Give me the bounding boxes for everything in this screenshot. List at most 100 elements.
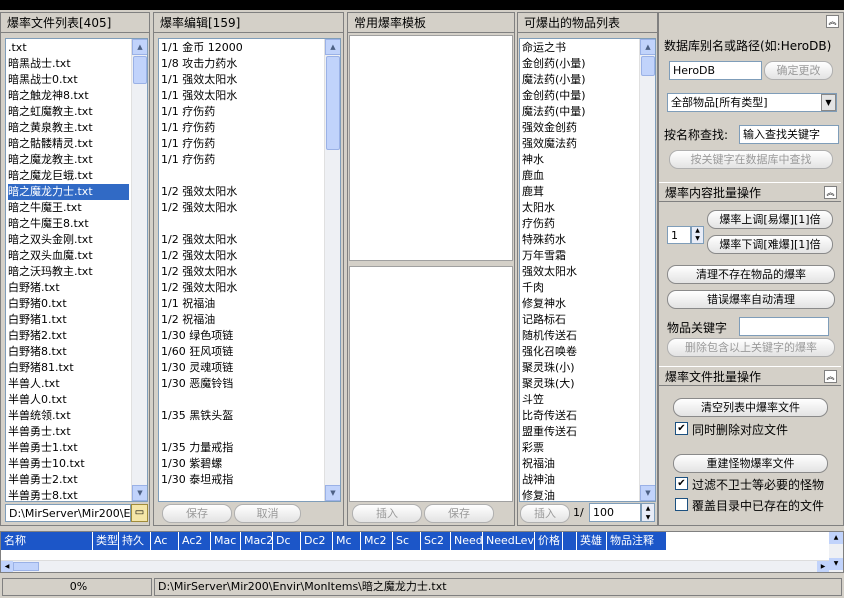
- list-item[interactable]: [161, 216, 322, 232]
- list-item[interactable]: 半兽勇士2.txt: [8, 472, 129, 488]
- grid-column-header[interactable]: 价格: [535, 532, 563, 550]
- list-item[interactable]: 白野猪0.txt: [8, 296, 129, 312]
- list-item[interactable]: 1/1 强效太阳水: [161, 72, 322, 88]
- list-item[interactable]: 暗之双头金刚.txt: [8, 232, 129, 248]
- folder-browse-icon[interactable]: ▭: [131, 504, 148, 522]
- list-item[interactable]: 强化召唤卷: [522, 344, 637, 360]
- grid-hscrollbar[interactable]: ◀ ▶: [1, 560, 829, 572]
- item-list-scrollbar[interactable]: ▲ ▼: [639, 39, 655, 501]
- file-list-scrollbar[interactable]: ▲ ▼: [131, 39, 147, 501]
- list-item[interactable]: 白野猪81.txt: [8, 360, 129, 376]
- editor-scrollbar[interactable]: ▲ ▼: [324, 39, 340, 501]
- list-item[interactable]: [161, 168, 322, 184]
- scroll-down-icon[interactable]: ▼: [325, 485, 340, 501]
- multiplier-spinner-icon[interactable]: ▲ ▼: [691, 226, 704, 244]
- list-item[interactable]: 暗之双头血魔.txt: [8, 248, 129, 264]
- list-item[interactable]: 修复神水: [522, 296, 637, 312]
- list-item[interactable]: 1/2 强效太阳水: [161, 232, 322, 248]
- item-grid[interactable]: 名称 类型 持久 Ac Ac2 Mac Mac2 Dc Dc2 Mc Mc2 Sc Sc2 Need Nee…: [0, 531, 844, 573]
- list-item[interactable]: 随机传送石: [522, 328, 637, 344]
- search-db-button[interactable]: 按关键字在数据库中查找: [669, 150, 833, 169]
- grid-column-header[interactable]: Ac2: [179, 532, 211, 550]
- list-item[interactable]: 暗之沃玛教主.txt: [8, 264, 129, 280]
- collapse-up-icon[interactable]: ︽: [826, 15, 839, 28]
- list-item[interactable]: 魔法药(小量): [522, 72, 637, 88]
- clean-missing-button[interactable]: 清理不存在物品的爆率: [667, 265, 835, 284]
- grid-column-header[interactable]: 类型: [93, 532, 119, 550]
- grid-column-header[interactable]: Sc2: [421, 532, 451, 550]
- list-item[interactable]: 修复油: [522, 488, 637, 501]
- list-item[interactable]: 半兽勇士10.txt: [8, 456, 129, 472]
- list-item[interactable]: 金创药(小量): [522, 56, 637, 72]
- list-item[interactable]: [161, 392, 322, 408]
- scroll-thumb[interactable]: [13, 562, 39, 571]
- grid-column-header[interactable]: Dc2: [301, 532, 333, 550]
- scroll-down-icon[interactable]: ▼: [829, 558, 843, 570]
- list-item[interactable]: 暗之牛魔王.txt: [8, 200, 129, 216]
- rebuild-files-button[interactable]: 重建怪物爆率文件: [673, 454, 828, 473]
- db-alias-input[interactable]: HeroDB: [669, 61, 762, 80]
- rate-up-button[interactable]: 爆率上调[易爆][1]倍: [707, 210, 833, 229]
- chk-filter[interactable]: ✔: [675, 477, 688, 490]
- delete-keyword-button[interactable]: 删除包含以上关键字的爆率: [667, 338, 835, 357]
- list-item[interactable]: 半兽人.txt: [8, 376, 129, 392]
- list-item[interactable]: 1/35 黑铁头盔: [161, 408, 322, 424]
- grid-column-header[interactable]: Mc2: [361, 532, 393, 550]
- list-item[interactable]: 1/2 强效太阳水: [161, 264, 322, 280]
- list-item[interactable]: 记路标石: [522, 312, 637, 328]
- list-item[interactable]: 半兽人0.txt: [8, 392, 129, 408]
- grid-column-header[interactable]: Sc: [393, 532, 421, 550]
- search-input[interactable]: 输入查找关键字: [739, 125, 839, 144]
- grid-column-header[interactable]: Dc: [273, 532, 301, 550]
- grid-column-header[interactable]: Mc: [333, 532, 361, 550]
- list-item[interactable]: 鹿血: [522, 168, 637, 184]
- list-item[interactable]: 1/1 祝福油: [161, 296, 322, 312]
- list-item[interactable]: 万年雪霜: [522, 248, 637, 264]
- grid-vscrollbar[interactable]: ▲ ▼: [829, 532, 843, 572]
- list-item[interactable]: [161, 488, 322, 501]
- list-item[interactable]: 1/2 强效太阳水: [161, 248, 322, 264]
- list-item[interactable]: 聚灵珠(小): [522, 360, 637, 376]
- scroll-thumb[interactable]: [641, 56, 655, 76]
- list-item[interactable]: 1/8 攻击力药水: [161, 56, 322, 72]
- list-item[interactable]: 战神油: [522, 472, 637, 488]
- list-item[interactable]: 疗伤药: [522, 216, 637, 232]
- list-item[interactable]: 半兽勇士.txt: [8, 424, 129, 440]
- item-type-select[interactable]: 全部物品[所有类型]: [667, 93, 837, 112]
- list-item[interactable]: 暗之魔龙力士.txt: [8, 184, 129, 200]
- list-item[interactable]: 千肉: [522, 280, 637, 296]
- list-item[interactable]: 暗之魔龙巨蛾.txt: [8, 168, 129, 184]
- list-item[interactable]: 1/30 灵魂项链: [161, 360, 322, 376]
- list-item[interactable]: 1/2 祝福油: [161, 312, 322, 328]
- insert-item-button[interactable]: 插入: [520, 504, 570, 523]
- splitter[interactable]: [349, 262, 513, 265]
- list-item[interactable]: 1/1 强效太阳水: [161, 88, 322, 104]
- save-template-button[interactable]: 保存: [424, 504, 494, 523]
- multiplier-input[interactable]: 1: [667, 226, 691, 244]
- list-item[interactable]: 暗之虹魔教主.txt: [8, 104, 129, 120]
- grid-column-header[interactable]: 英雄: [577, 532, 607, 550]
- file-path-field[interactable]: D:\MirServer\Mir200\Env: [5, 504, 131, 522]
- list-item[interactable]: 1/35 力量戒指: [161, 440, 322, 456]
- list-item[interactable]: 彩票: [522, 440, 637, 456]
- grid-column-header[interactable]: Mac: [211, 532, 241, 550]
- list-item[interactable]: 太阳水: [522, 200, 637, 216]
- list-item[interactable]: 白野猪1.txt: [8, 312, 129, 328]
- list-item[interactable]: 暗黑战士0.txt: [8, 72, 129, 88]
- grid-column-header[interactable]: [563, 532, 577, 550]
- grid-row[interactable]: [1, 550, 829, 560]
- ratio-spinner-icon[interactable]: ▲ ▼: [641, 503, 655, 522]
- list-item[interactable]: 强效太阳水: [522, 264, 637, 280]
- list-item[interactable]: 1/1 疗伤药: [161, 120, 322, 136]
- list-item[interactable]: .txt: [8, 40, 129, 56]
- auto-clean-button[interactable]: 错误爆率自动清理: [667, 290, 835, 309]
- list-item[interactable]: 半兽勇士8.txt: [8, 488, 129, 501]
- list-item[interactable]: 特殊药水: [522, 232, 637, 248]
- list-item[interactable]: [161, 424, 322, 440]
- list-item[interactable]: 暗之骷髅精灵.txt: [8, 136, 129, 152]
- list-item[interactable]: 命运之书: [522, 40, 637, 56]
- list-item[interactable]: 白野猪2.txt: [8, 328, 129, 344]
- list-item[interactable]: 暗之触龙神8.txt: [8, 88, 129, 104]
- list-item[interactable]: 1/30 恶魔铃铛: [161, 376, 322, 392]
- list-item[interactable]: 1/2 强效太阳水: [161, 280, 322, 296]
